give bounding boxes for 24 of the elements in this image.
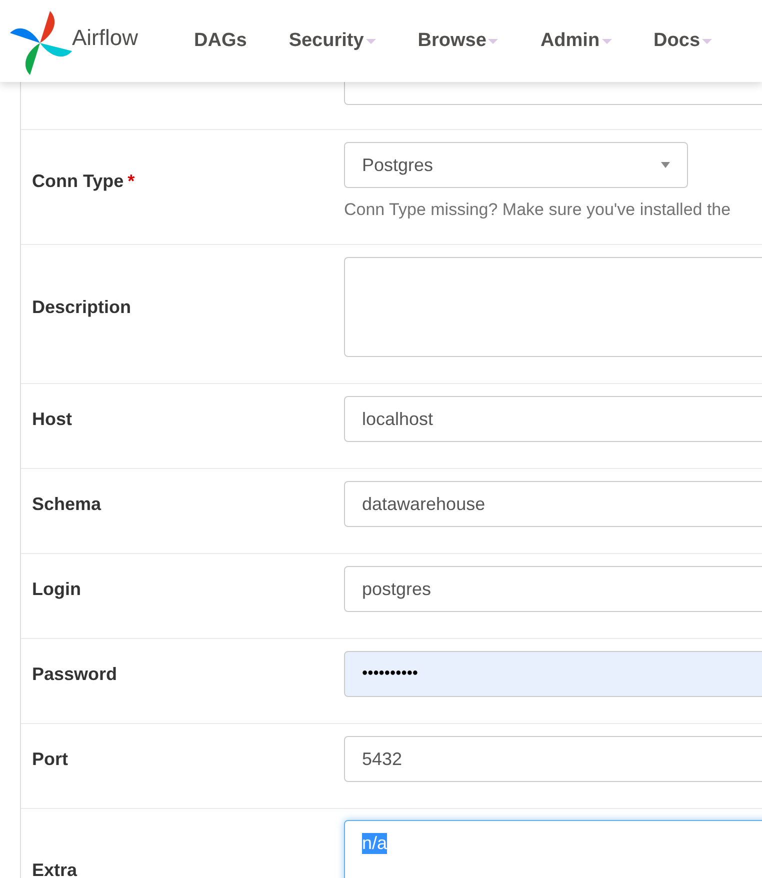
field-label: Host — [32, 408, 72, 428]
type-select[interactable]: Postgres — [344, 142, 688, 188]
help-text: Conn Type missing? Make sure you've installed the — [344, 200, 732, 220]
field-label: Conn Type — [32, 170, 124, 190]
field-label: Extra — [32, 860, 78, 878]
nav-menu-item[interactable]: Browse — [418, 30, 498, 52]
input-field[interactable]: localhost — [344, 396, 762, 442]
nav-menu-item[interactable]: Security — [288, 30, 376, 52]
required-mark: * — [128, 170, 135, 190]
nav-menu-item[interactable]: DAGs — [194, 30, 247, 52]
password-field[interactable]: •••••••••• — [344, 651, 762, 697]
input-field[interactable]: 5432 — [344, 736, 762, 782]
nav-menu-item[interactable]: Docs — [654, 30, 712, 52]
textarea-field[interactable] — [344, 257, 762, 357]
field-label: Password — [32, 664, 118, 684]
caret-icon — [661, 162, 670, 168]
field-label: Port — [32, 748, 68, 768]
field-label: Description — [32, 296, 132, 316]
input-field[interactable]: postgres — [344, 566, 762, 612]
input-field[interactable]: datawarehouse — [344, 481, 762, 527]
brand-name[interactable]: Airflow — [72, 25, 138, 51]
field-label: Login — [32, 578, 81, 598]
nav-menu-item[interactable]: Admin — [540, 30, 612, 52]
field-label: Schema — [32, 494, 102, 514]
